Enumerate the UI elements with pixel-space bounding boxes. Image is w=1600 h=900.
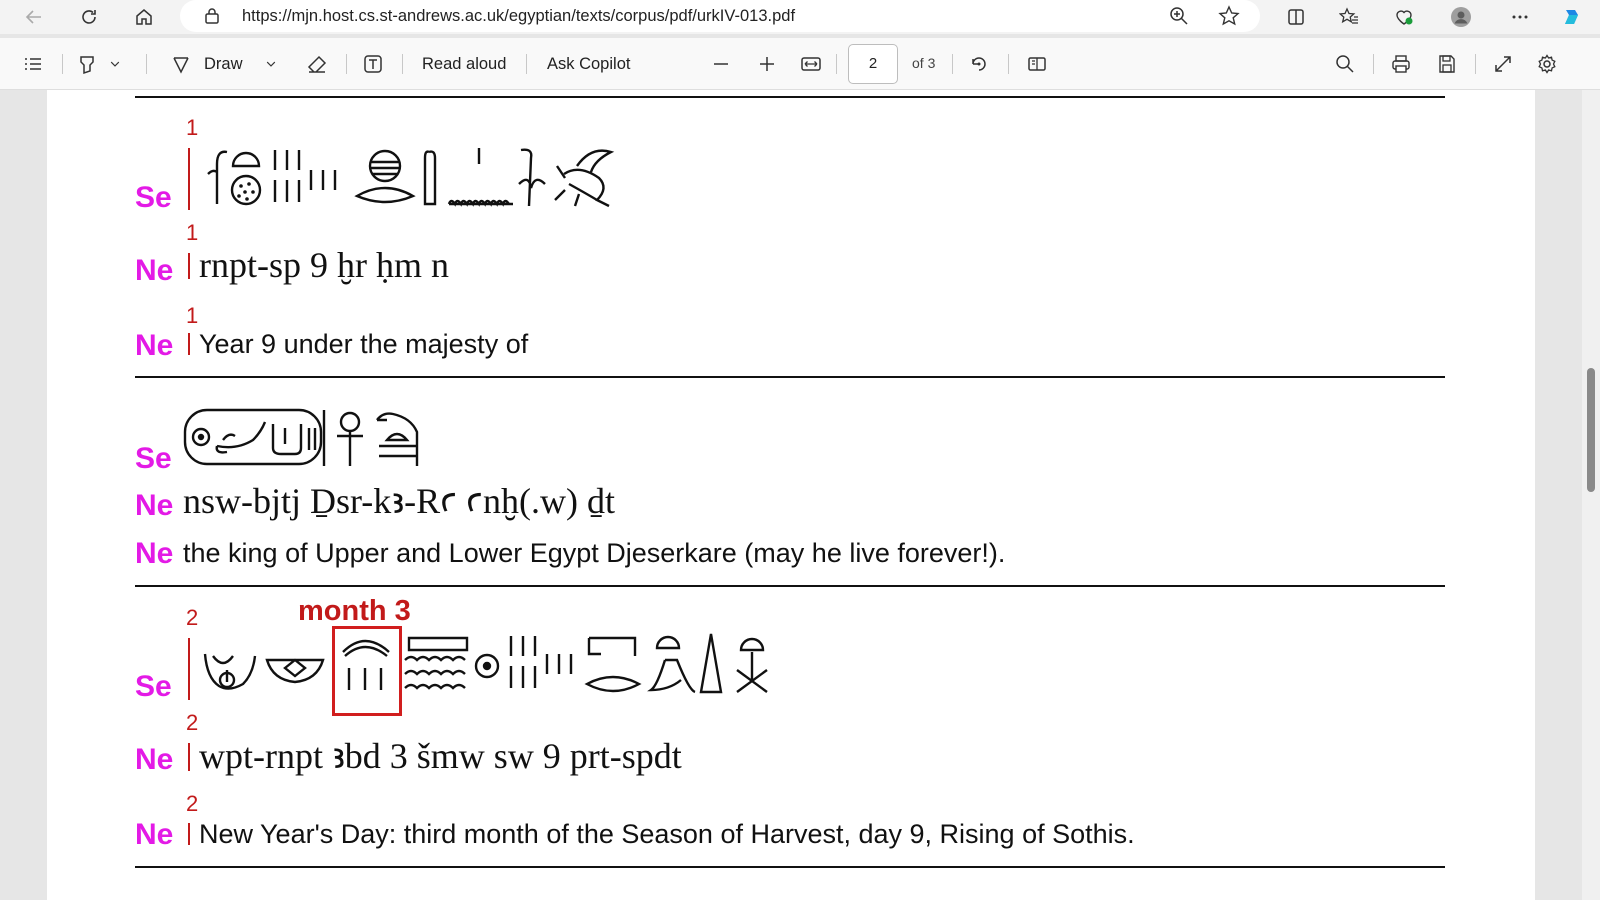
vertical-scrollbar[interactable] <box>1582 90 1600 900</box>
zoom-in-icon[interactable] <box>756 50 778 78</box>
browser-essentials-icon[interactable] <box>1390 3 1418 31</box>
browser-window: https://mjn.host.cs.st-andrews.ac.uk/egy… <box>0 0 1600 900</box>
line-marker <box>188 743 190 771</box>
toolbar-divider <box>1475 54 1476 74</box>
toolbar-divider <box>346 54 347 74</box>
line-marker <box>188 333 190 355</box>
back-icon[interactable] <box>20 3 48 31</box>
erase-icon[interactable] <box>306 50 328 78</box>
hieroglyph-row <box>207 148 615 208</box>
source-label: Se <box>135 670 172 703</box>
toolbar-divider <box>952 54 953 74</box>
refresh-icon[interactable] <box>75 3 103 31</box>
divider-line <box>135 376 1445 378</box>
copilot-icon[interactable] <box>1558 3 1586 31</box>
divider-line <box>135 96 1445 98</box>
month-annotation: month 3 <box>298 595 411 627</box>
pdf-viewer[interactable]: 1 Se 1 Ne rnpt-sp 9 ḫr ḥm n 1 Ne Year 9 … <box>0 90 1600 900</box>
hieroglyph-row <box>203 633 768 694</box>
page-number-input[interactable]: 2 <box>848 44 898 84</box>
toolbar-divider <box>836 54 837 74</box>
line-number: 2 <box>186 791 199 816</box>
toolbar-divider <box>526 54 527 74</box>
profile-avatar[interactable] <box>1447 3 1475 31</box>
toolbar-divider <box>1008 54 1009 74</box>
translation-text: New Year's Day: third month of the Seaso… <box>199 819 1135 849</box>
settings-icon[interactable] <box>1536 50 1558 78</box>
more-icon[interactable] <box>1506 3 1534 31</box>
draw-label: Draw <box>204 54 243 73</box>
home-icon[interactable] <box>130 3 158 31</box>
draw-button[interactable]: Draw <box>170 50 243 78</box>
line-number: 1 <box>186 303 199 328</box>
toolbar-divider <box>1373 54 1374 74</box>
line-number: 2 <box>186 605 199 630</box>
toolbar-divider <box>62 54 63 74</box>
source-label: Ne <box>135 818 174 851</box>
fit-page-icon[interactable] <box>800 50 822 78</box>
line-number: 2 <box>186 710 199 735</box>
source-label: Ne <box>135 537 174 570</box>
translation-text: the king of Upper and Lower Egypt Djeser… <box>183 538 1006 568</box>
line-marker <box>188 253 190 279</box>
text-icon[interactable] <box>362 50 384 78</box>
highlight-icon[interactable] <box>76 50 98 78</box>
zoom-out-icon[interactable] <box>710 50 732 78</box>
line-marker <box>188 823 190 845</box>
favorite-star-icon[interactable] <box>1218 5 1240 27</box>
address-bar[interactable]: https://mjn.host.cs.st-andrews.ac.uk/egy… <box>180 0 1260 32</box>
source-label: Ne <box>135 254 174 287</box>
hieroglyph-row <box>183 408 419 466</box>
divider-line <box>135 866 1445 868</box>
transliteration-text: rnpt-sp 9 ḫr ḥm n <box>199 245 449 285</box>
source-label: Se <box>135 181 172 214</box>
divider-line <box>135 585 1445 587</box>
print-icon[interactable] <box>1390 50 1412 78</box>
line-marker <box>188 148 190 210</box>
transliteration-text: nsw-bjtj Ḏsr-kꜣ-Rꜥ ꜥnḫ(.w) ḏt <box>183 481 616 521</box>
page-count-label: of 3 <box>912 55 936 71</box>
url-text[interactable]: https://mjn.host.cs.st-andrews.ac.uk/egy… <box>242 7 795 26</box>
ask-copilot-button[interactable]: Ask Copilot <box>547 50 630 78</box>
source-label: Ne <box>135 329 174 362</box>
lock-icon[interactable] <box>202 6 222 26</box>
pdf-page: 1 Se 1 Ne rnpt-sp 9 ḫr ḥm n 1 Ne Year 9 … <box>47 90 1535 900</box>
pdf-toolbar: Draw Read aloud Ask Copilot 2 of 3 <box>0 38 1600 90</box>
search-icon[interactable] <box>1334 50 1356 78</box>
favorites-icon[interactable] <box>1335 3 1363 31</box>
fullscreen-icon[interactable] <box>1492 50 1514 78</box>
toolbar-divider <box>402 54 403 74</box>
draw-icon <box>173 57 189 74</box>
contents-icon[interactable] <box>22 50 44 78</box>
source-label: Se <box>135 442 172 475</box>
rotate-icon[interactable] <box>968 50 990 78</box>
transliteration-text: wpt-rnpt ꜣbd 3 šmw sw 9 prt-spdt <box>199 736 682 776</box>
read-aloud-button[interactable]: Read aloud <box>422 50 506 78</box>
line-marker <box>188 638 190 700</box>
split-screen-icon[interactable] <box>1282 3 1310 31</box>
translation-text: Year 9 under the majesty of <box>199 329 529 359</box>
source-label: Ne <box>135 489 174 522</box>
page-view-icon[interactable] <box>1026 50 1048 78</box>
save-icon[interactable] <box>1436 50 1458 78</box>
toolbar-divider <box>146 54 147 74</box>
highlight-dropdown-chevron-icon[interactable] <box>108 50 122 78</box>
browser-top-bar: https://mjn.host.cs.st-andrews.ac.uk/egy… <box>0 0 1600 34</box>
line-number: 1 <box>186 115 199 140</box>
zoom-icon[interactable] <box>1168 5 1190 27</box>
source-label: Ne <box>135 743 174 776</box>
line-number: 1 <box>186 220 199 245</box>
scrollbar-thumb[interactable] <box>1587 368 1595 492</box>
draw-dropdown-chevron-icon[interactable] <box>264 50 278 78</box>
